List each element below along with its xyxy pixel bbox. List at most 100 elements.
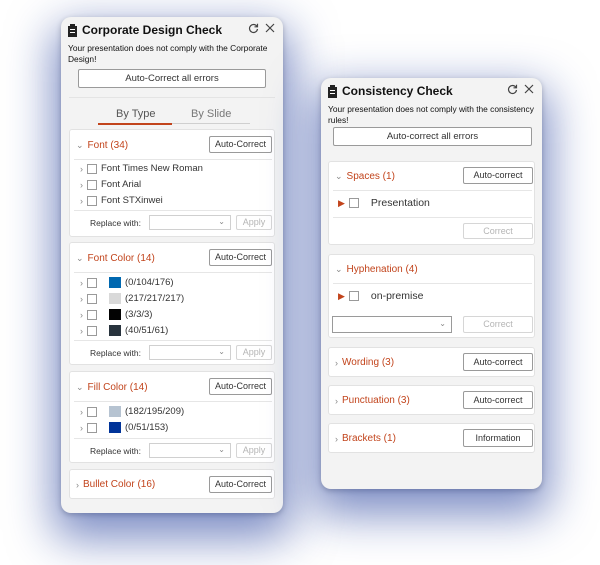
checkbox[interactable] [87,179,97,190]
list-item[interactable]: ▶ on-premise [338,290,423,302]
chevron-down-icon: ⌄ [439,319,446,328]
expand-triangle-icon[interactable]: ▶ [338,198,345,209]
chevron-down-icon: ⌄ [76,253,84,263]
list-item[interactable]: › (217/217/217) [80,293,184,304]
divider [74,210,272,211]
apply-button[interactable]: Apply [236,215,272,230]
corporate-design-panel: Corporate Design Check Your presentation… [61,17,283,513]
expand-triangle-icon[interactable]: ▶ [338,291,345,302]
wording-section: › Wording (3) Auto-correct [328,347,535,377]
chevron-right-icon: › [80,406,83,417]
apply-button[interactable]: Apply [236,443,272,458]
close-icon[interactable] [524,84,534,94]
divider [74,159,272,160]
chevron-right-icon: › [80,163,83,174]
list-item[interactable]: › (0/104/176) [80,277,174,288]
color-swatch [109,309,121,320]
brackets-section: › Brackets (1) Information [328,423,535,453]
chevron-right-icon: › [80,195,83,206]
wording-section-header[interactable]: › Wording (3) [335,357,394,368]
spaces-section: ⌄ Spaces (1) Auto-correct ▶ Presentation C… [328,161,535,245]
punctuation-section: › Punctuation (3) Auto-correct [328,385,535,415]
punctuation-autocorrect-button[interactable]: Auto-correct [463,391,533,409]
list-item[interactable]: › (182/195/209) [80,406,184,417]
list-item[interactable]: › Font STXinwei [80,195,163,206]
list-item[interactable]: › Font Times New Roman [80,163,203,174]
spaces-autocorrect-button[interactable]: Auto-correct [463,167,533,184]
chevron-right-icon: › [80,293,83,304]
replace-select[interactable]: ⌄ [149,345,231,360]
status-message: Your presentation does not comply with t… [328,104,534,125]
list-item[interactable]: ▶ Presentation [338,197,430,209]
bullet-color-autocorrect-button[interactable]: Auto-Correct [209,476,272,493]
replace-select[interactable]: ⌄ [149,443,231,458]
autocorrect-all-button[interactable]: Auto-correct all errors [333,127,532,146]
chevron-down-icon: ⌄ [335,171,343,181]
color-swatch [109,277,121,288]
font-color-autocorrect-button[interactable]: Auto-Correct [209,249,272,266]
refresh-icon[interactable] [248,23,259,34]
font-section-header[interactable]: ⌄ Font (34) [76,140,128,151]
fill-color-section: ⌄ Fill Color (14) Auto-Correct › (182/195/… [69,371,275,463]
divider [74,340,272,341]
wording-autocorrect-button[interactable]: Auto-correct [463,353,533,371]
checkbox[interactable] [87,406,97,417]
tab-line [172,123,250,124]
spaces-section-header[interactable]: ⌄ Spaces (1) [335,171,395,182]
fill-color-section-header[interactable]: ⌄ Fill Color (14) [76,382,148,393]
replacement-select[interactable]: ⌄ [332,316,452,333]
checkbox[interactable] [87,309,97,320]
checkbox[interactable] [348,291,359,301]
font-color-section: ⌄ Font Color (14) Auto-Correct › (0/104/17… [69,242,275,365]
panel-title: Consistency Check [342,84,453,98]
correct-button[interactable]: Correct [463,223,533,239]
list-item[interactable]: › (0/51/153) [80,422,168,433]
checkbox[interactable] [348,198,359,208]
chevron-right-icon: › [80,325,83,336]
replace-select[interactable]: ⌄ [149,215,231,230]
divider [74,272,272,273]
checkbox[interactable] [87,163,97,174]
checkbox[interactable] [87,325,97,336]
bullet-color-section-header[interactable]: › Bullet Color (16) [76,479,155,490]
divider [333,190,532,191]
color-swatch [109,293,121,304]
chevron-down-icon: ⌄ [76,140,84,150]
font-color-section-header[interactable]: ⌄ Font Color (14) [76,253,155,264]
refresh-icon[interactable] [507,84,518,95]
panel-header: Corporate Design Check [61,17,283,43]
correct-button[interactable]: Correct [463,316,533,333]
list-item[interactable]: › (40/51/61) [80,325,168,336]
consistency-panel: Consistency Check Your presentation does… [321,78,542,489]
checkbox[interactable] [87,422,97,433]
checkbox[interactable] [87,277,97,288]
list-item[interactable]: › Font Arial [80,179,141,190]
divider [69,97,275,98]
chevron-down-icon: ⌄ [335,264,343,274]
chevron-down-icon: ⌄ [218,347,225,356]
divider [333,283,532,284]
document-icon [328,84,337,98]
tab-by-slide[interactable]: By Slide [191,108,231,120]
chevron-right-icon: › [335,395,338,406]
active-tab-indicator [98,123,172,125]
font-autocorrect-button[interactable]: Auto-Correct [209,136,272,153]
chevron-right-icon: › [80,422,83,433]
fill-color-autocorrect-button[interactable]: Auto-Correct [209,378,272,395]
color-swatch [109,325,121,336]
punctuation-section-header[interactable]: › Punctuation (3) [335,395,410,406]
apply-button[interactable]: Apply [236,345,272,360]
tab-by-type[interactable]: By Type [116,108,156,120]
checkbox[interactable] [87,195,97,206]
close-icon[interactable] [265,23,275,33]
replace-with-label: Replace with: [90,348,142,358]
list-item[interactable]: › (3/3/3) [80,309,152,320]
checkbox[interactable] [87,293,97,304]
chevron-down-icon: ⌄ [76,382,84,392]
autocorrect-all-button[interactable]: Auto-Correct all errors [78,69,266,88]
brackets-section-header[interactable]: › Brackets (1) [335,433,396,444]
color-swatch [109,422,121,433]
brackets-information-button[interactable]: Information [463,429,533,447]
hyphenation-section-header[interactable]: ⌄ Hyphenation (4) [335,264,418,275]
document-icon [68,23,77,37]
